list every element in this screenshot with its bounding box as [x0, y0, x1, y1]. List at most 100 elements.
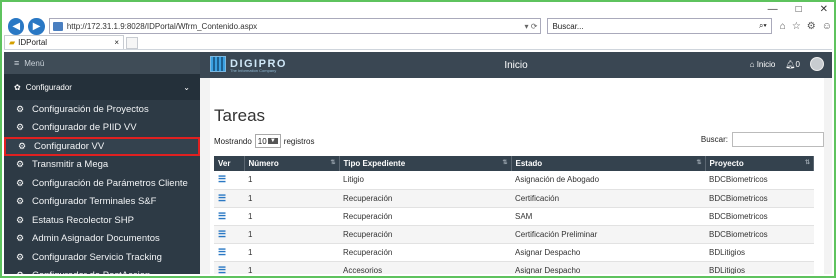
- table-cell: Recuperación: [339, 225, 511, 244]
- browser-search-text: Buscar...: [552, 21, 584, 31]
- sidebar-item[interactable]: ⚙ Admin Asignador Documentos: [4, 230, 200, 249]
- view-cell: ☰: [214, 171, 244, 190]
- page-icon: [52, 21, 63, 31]
- column-header[interactable]: Proyecto ⇅: [705, 156, 814, 171]
- table-row: ☰ 1 Recuperación Certificación Preliminar BD…: [214, 225, 814, 244]
- column-header[interactable]: Número ⇅: [244, 156, 340, 171]
- content-panel: Tareas Mostrando 10 ▼ registros Buscar:: [210, 78, 824, 274]
- sidebar-item-label: Estatus Recolector SHP: [32, 214, 134, 226]
- table-cell: BDLitigios: [705, 261, 814, 274]
- search-input[interactable]: [732, 132, 824, 147]
- tab-label: IDPortal: [18, 38, 48, 47]
- feedback-icon[interactable]: ☺: [822, 21, 832, 32]
- table-header-row: Ver Número ⇅ Tipo Expediente ⇅ Estado ⇅ Pro…: [214, 156, 814, 171]
- sidebar-item[interactable]: ⚙ Configuración de Parámetros Cliente: [4, 174, 200, 193]
- gears-icon: ⚙: [16, 233, 25, 244]
- forward-button[interactable]: ▶: [28, 17, 45, 35]
- column-header-label: Proyecto: [709, 159, 744, 168]
- home-link[interactable]: ⌂ Inicio: [750, 60, 776, 69]
- browser-search-box[interactable]: Buscar... ⌕▾: [547, 18, 772, 34]
- settings-icon[interactable]: ⚙: [807, 21, 816, 32]
- table-cell: 1: [244, 225, 339, 244]
- gears-icon: ⚙: [16, 214, 25, 225]
- refresh-icon[interactable]: ▾ ⟳: [525, 22, 538, 31]
- column-header[interactable]: Ver: [214, 156, 245, 171]
- home-icon[interactable]: ⌂: [780, 21, 786, 32]
- table-cell: Recuperación: [339, 207, 511, 226]
- tab-idportal[interactable]: ▰ IDPortal ×: [4, 35, 124, 49]
- app: ≡ Menú ✿ Configurador ⌄ ⚙ Configuración d…: [4, 52, 832, 274]
- home-link-label: Inicio: [756, 59, 776, 69]
- column-header[interactable]: Estado ⇅: [511, 156, 706, 171]
- tab-strip: ▰ IDPortal ×: [4, 35, 832, 50]
- address-bar[interactable]: http://172.31.1.9:8028/IDPortal/Wfrm_Con…: [48, 18, 542, 34]
- sidebar-item[interactable]: ⚙ Configurador VV: [4, 137, 200, 156]
- close-window-button[interactable]: ✕: [820, 4, 828, 15]
- chevron-down-icon: ▼: [267, 138, 278, 144]
- column-header-label: Tipo Expediente: [343, 159, 406, 168]
- sort-icon: ⇅: [502, 160, 508, 166]
- records-label: registros: [283, 136, 315, 146]
- avatar[interactable]: [810, 57, 824, 71]
- sidebar-item-label: Transmitir a Mega: [32, 159, 109, 171]
- sidebar-item[interactable]: ⚙ Configurador Terminales S&F: [4, 193, 200, 212]
- menu-toggle[interactable]: ≡ Menú: [4, 52, 200, 74]
- sidebar-item[interactable]: ⚙ Configurador Servicio Tracking: [4, 248, 200, 267]
- back-button[interactable]: ◀: [8, 17, 25, 35]
- gears-icon: ⚙: [16, 103, 25, 114]
- column-header-label: Número: [248, 159, 279, 168]
- view-cell: ☰: [214, 243, 244, 262]
- gears-icon: ⚙: [16, 251, 25, 262]
- table-cell: Asignar Despacho: [511, 243, 705, 262]
- sidebar-item[interactable]: ⚙Configurador de PostAccion: [4, 267, 200, 274]
- page-length-control: Mostrando 10 ▼ registros: [214, 134, 314, 148]
- sidebar-item[interactable]: ⚙ Configuración de Proyectos: [4, 100, 200, 119]
- column-header[interactable]: Tipo Expediente ⇅: [339, 156, 512, 171]
- sort-icon: ⇅: [330, 160, 336, 166]
- view-list-icon[interactable]: ☰: [218, 229, 226, 239]
- view-cell: ☰: [214, 189, 244, 208]
- sidebar-item[interactable]: ⚙ Transmitir a Mega: [4, 156, 200, 175]
- gears-icon: ⚙: [16, 159, 25, 170]
- close-tab-icon[interactable]: ×: [114, 38, 119, 47]
- maximize-button[interactable]: □: [796, 4, 802, 15]
- view-cell: ☰: [214, 261, 244, 274]
- gears-icon: ⚙: [16, 270, 32, 274]
- new-tab-button[interactable]: [126, 37, 138, 49]
- show-label: Mostrando: [214, 136, 252, 146]
- table-cell: 1: [244, 207, 339, 226]
- sidebar-item-label: Configurador de PostAccion: [32, 270, 150, 274]
- notification-count: 0: [795, 59, 800, 69]
- sidebar-item-label: Configurador VV: [34, 140, 105, 152]
- sidebar-item[interactable]: ⚙ Configurador de PIID VV: [4, 119, 200, 138]
- gears-icon: ⚙: [18, 140, 27, 151]
- column-header-label: Ver: [218, 159, 231, 168]
- table-cell: Asignar Despacho: [511, 261, 705, 274]
- view-list-icon[interactable]: ☰: [218, 265, 226, 275]
- page-length-select[interactable]: 10 ▼: [254, 134, 281, 148]
- configurador-section[interactable]: ✿ Configurador ⌄: [4, 74, 200, 100]
- view-list-icon[interactable]: ☰: [218, 211, 226, 221]
- view-list-icon[interactable]: ☰: [218, 247, 226, 257]
- browser-window: — □ ✕ ◀ ▶ http://172.31.1.9:8028/IDPorta…: [0, 0, 836, 278]
- table-cell: Accesorios: [339, 261, 511, 274]
- search-icon[interactable]: ⌕▾: [759, 21, 767, 31]
- minimize-button[interactable]: —: [768, 4, 778, 15]
- table-cell: BDCBiometricos: [705, 207, 814, 226]
- table-cell: Certificación: [511, 189, 705, 208]
- table-cell: Recuperación: [339, 189, 511, 208]
- sidebar-item[interactable]: ⚙ Estatus Recolector SHP: [4, 211, 200, 230]
- menu-label: Menú: [24, 58, 45, 68]
- sidebar-item-label: Configurador Servicio Tracking: [32, 251, 162, 263]
- bell-icon: 🔔︎: [785, 59, 796, 69]
- favicon-icon: ▰: [9, 38, 16, 47]
- view-list-icon[interactable]: ☰: [218, 174, 226, 184]
- sidebar-item-label: Configurador de PIID VV: [32, 122, 137, 134]
- notifications-button[interactable]: 🔔︎0: [785, 60, 800, 69]
- sidebar-item-label: Configuración de Proyectos: [32, 103, 149, 115]
- table-cell: 1: [244, 171, 339, 190]
- page-length-value: 10: [257, 136, 267, 146]
- favorites-icon[interactable]: ☆: [792, 21, 801, 32]
- table-body: ☰ 1 Litigio Asignación de Abogado BDCBiometr…: [214, 171, 814, 274]
- view-list-icon[interactable]: ☰: [218, 193, 226, 203]
